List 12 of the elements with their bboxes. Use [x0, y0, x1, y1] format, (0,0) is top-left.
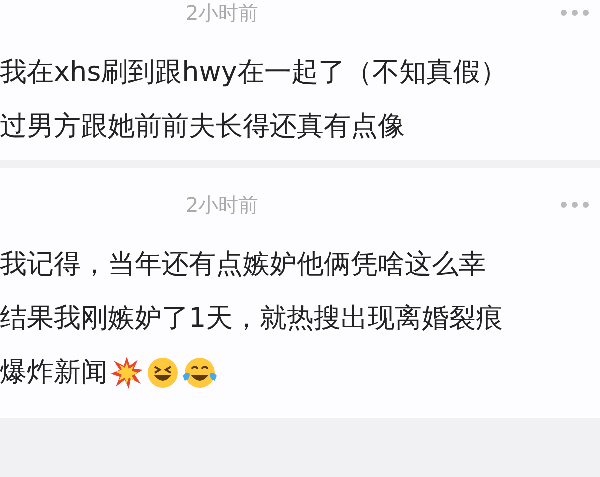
comment-text: 过男方跟她前前夫长得还真有点像 [0, 110, 405, 144]
comment-text: 我记得，当年还有点嫉妒他俩凭啥这么幸 [0, 248, 486, 282]
comment-text: 结果我刚嫉妒了1天，就热搜出现离婚裂痕 [0, 302, 504, 336]
comment-time: 2小时前 [186, 0, 259, 26]
comment-text: 爆炸新闻 [0, 356, 108, 390]
comment-time: 2小时前 [186, 192, 259, 218]
more-icon[interactable] [560, 201, 590, 209]
tears-of-joy-icon [182, 356, 218, 390]
laughing-emoji-icon [146, 356, 180, 390]
more-icon[interactable] [560, 9, 590, 17]
explosion-icon [110, 356, 144, 390]
comment-text: 我在xhs刷到跟hwy在一起了（不知真假） [0, 56, 508, 90]
